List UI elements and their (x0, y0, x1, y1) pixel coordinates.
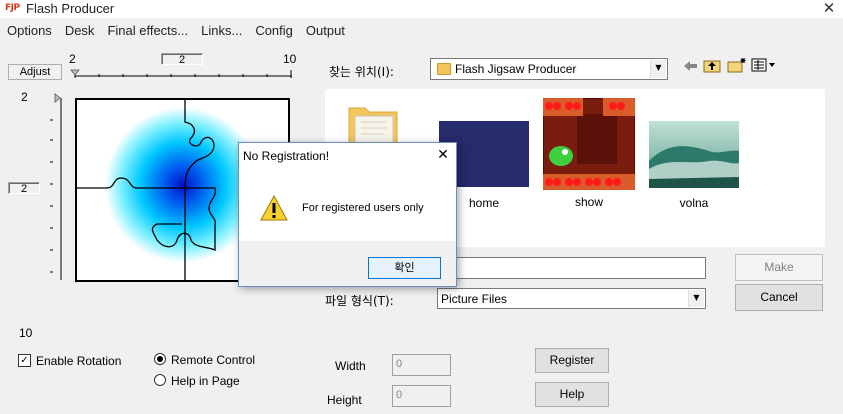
menu-options[interactable]: Options (0, 20, 58, 40)
vertical-slider[interactable] (45, 90, 67, 286)
file-type-label: 파일 형식(T): (325, 294, 394, 308)
title-bar (0, 0, 843, 18)
horizontal-slider[interactable] (70, 66, 295, 80)
window-close-button[interactable]: ✕ (819, 0, 839, 18)
menu-links[interactable]: Links... (194, 20, 248, 40)
height-label: Height (327, 393, 362, 407)
help-button[interactable]: Help (535, 382, 609, 407)
file-name-input[interactable] (437, 257, 706, 279)
menu-config[interactable]: Config (248, 20, 299, 40)
up-folder-icon[interactable] (703, 57, 721, 73)
height-input[interactable]: 0 (392, 385, 451, 407)
file-name: show (574, 195, 603, 209)
h-slider-thumb (70, 69, 80, 76)
file-type-value: Picture Files (441, 292, 508, 306)
ok-button[interactable]: 확인 (368, 257, 441, 279)
chevron-down-icon[interactable]: ▼ (650, 60, 666, 78)
dialog-title: No Registration! (243, 149, 330, 163)
window-title: Flash Producer (26, 1, 115, 16)
width-input[interactable]: 0 (392, 354, 451, 376)
dialog-close-button[interactable]: ✕ (433, 145, 453, 165)
adjust-button[interactable]: Adjust (8, 64, 62, 80)
list-item[interactable]: show (542, 97, 636, 209)
view-menu-icon[interactable] (751, 58, 777, 72)
list-item[interactable]: volna (649, 121, 739, 210)
cancel-button[interactable]: Cancel (735, 284, 823, 311)
warning-icon (260, 194, 288, 221)
width-label: Width (335, 359, 366, 373)
back-arrow-icon[interactable] (683, 59, 699, 73)
enable-rotation-label: Enable Rotation (36, 354, 122, 368)
remote-control-radio[interactable] (154, 353, 166, 365)
h-ruler-min: 2 (69, 52, 76, 66)
file-name: volna (679, 196, 709, 210)
help-in-page-label: Help in Page (171, 374, 240, 388)
make-button[interactable]: Make (735, 254, 823, 281)
enable-rotation-checkbox[interactable]: ✓ (18, 354, 31, 367)
register-button[interactable]: Register (535, 348, 609, 373)
v-slider-thumb (54, 93, 61, 103)
app-icon: FJP (5, 3, 20, 13)
h-ruler-value[interactable]: 2 (161, 53, 203, 66)
chevron-down-icon[interactable]: ▼ (688, 290, 704, 307)
menu-desk[interactable]: Desk (58, 20, 101, 40)
v-ruler-min: 2 (21, 90, 28, 104)
folder-icon (437, 63, 451, 75)
v-ruler-max: 10 (19, 326, 33, 340)
look-in-combo[interactable]: Flash Jigsaw Producer ▼ (430, 58, 668, 80)
h-ruler-max: 10 (283, 52, 297, 66)
menu-bar: Options Desk Final effects... Links... C… (0, 20, 843, 40)
thumbnail-volna (649, 121, 739, 188)
menu-final-effects[interactable]: Final effects... (100, 20, 194, 40)
thumbnail-show (542, 97, 636, 191)
help-in-page-radio[interactable] (154, 374, 166, 386)
remote-control-label: Remote Control (171, 353, 256, 367)
v-ruler-value[interactable]: 2 (8, 182, 40, 195)
dialog-message: For registered users only (302, 202, 424, 214)
new-folder-icon[interactable] (727, 57, 747, 73)
menu-output[interactable]: Output (299, 20, 351, 40)
look-in-value: Flash Jigsaw Producer (455, 62, 577, 76)
file-type-combo[interactable]: Picture Files ▼ (437, 288, 706, 309)
look-in-label: 찾는 위치(I): (329, 65, 394, 79)
no-registration-dialog: No Registration! ✕ For registered users … (238, 142, 457, 287)
